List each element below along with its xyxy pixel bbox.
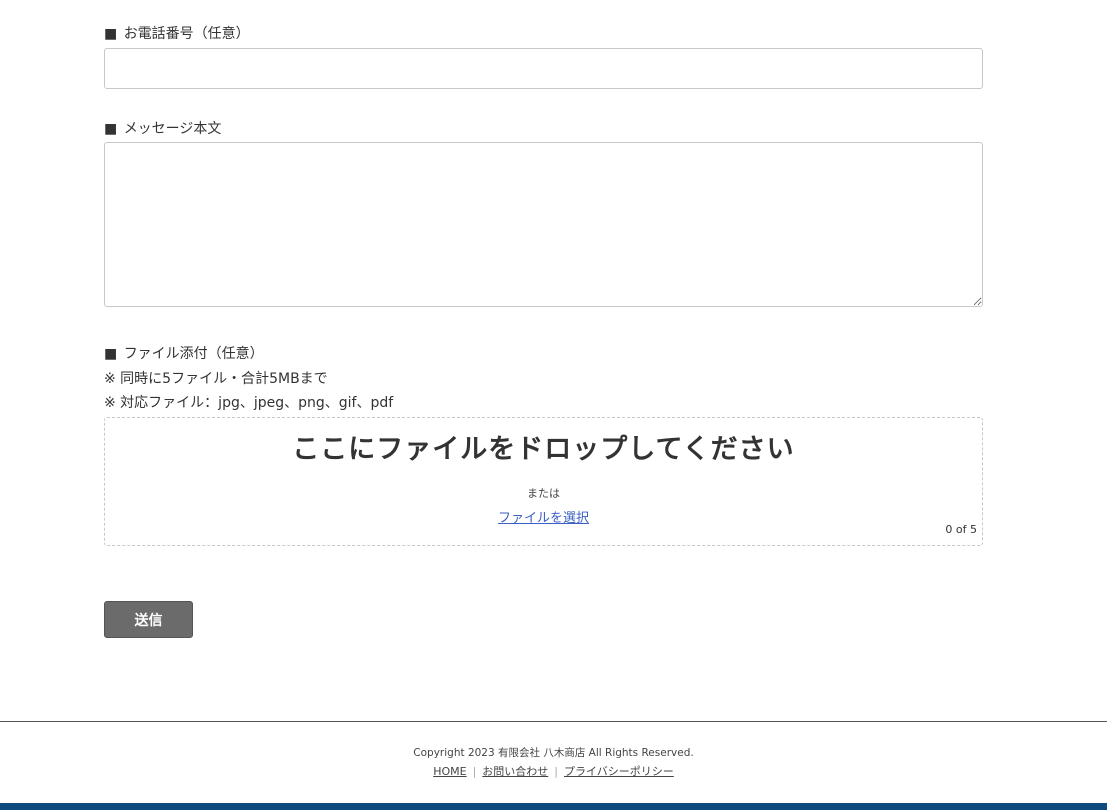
footer-link-privacy[interactable]: プライバシーポリシー (564, 765, 674, 778)
footer-link-home[interactable]: HOME (433, 765, 466, 778)
submit-button[interactable]: 送信 (104, 601, 193, 638)
footer-separator: | (554, 765, 559, 778)
footer-divider (0, 721, 1107, 722)
square-bullet-icon: ■ (104, 121, 118, 137)
file-count: 0 of 5 (945, 523, 977, 536)
message-label-text: メッセージ本文 (123, 121, 222, 137)
phone-label-text: お電話番号（任意） (123, 26, 250, 42)
bottom-color-bar (0, 803, 1107, 810)
footer-separator: | (472, 765, 477, 778)
square-bullet-icon: ■ (104, 26, 118, 42)
footer-link-contact[interactable]: お問い合わせ (482, 765, 548, 778)
attachment-label: ■ ファイル添付（任意） (104, 344, 264, 364)
phone-label: ■ お電話番号（任意） (104, 24, 250, 44)
select-file-link[interactable]: ファイルを選択 (498, 511, 589, 526)
footer-links: HOME | お問い合わせ | プライバシーポリシー (0, 764, 1107, 780)
message-label: ■ メッセージ本文 (104, 119, 221, 139)
phone-input[interactable] (104, 48, 983, 89)
dropzone-title: ここにファイルをドロップしてください (292, 434, 795, 465)
square-bullet-icon: ■ (104, 346, 118, 362)
dropzone-or-text: または (527, 487, 560, 500)
message-textarea[interactable] (104, 142, 983, 307)
footer-copyright: Copyright 2023 有限会社 八木商店 All Rights Rese… (413, 747, 694, 759)
file-dropzone[interactable]: ここにファイルをドロップしてください または ファイルを選択 0 of 5 (104, 417, 983, 546)
dropzone-select-wrap: ファイルを選択 (105, 510, 982, 528)
attachment-label-text: ファイル添付（任意） (123, 346, 264, 362)
attachment-note-limit: ※ 同時に5ファイル・合計5MBまで (104, 371, 328, 387)
attachment-note-types: ※ 対応ファイル：jpg、jpeg、png、gif、pdf (104, 395, 394, 411)
